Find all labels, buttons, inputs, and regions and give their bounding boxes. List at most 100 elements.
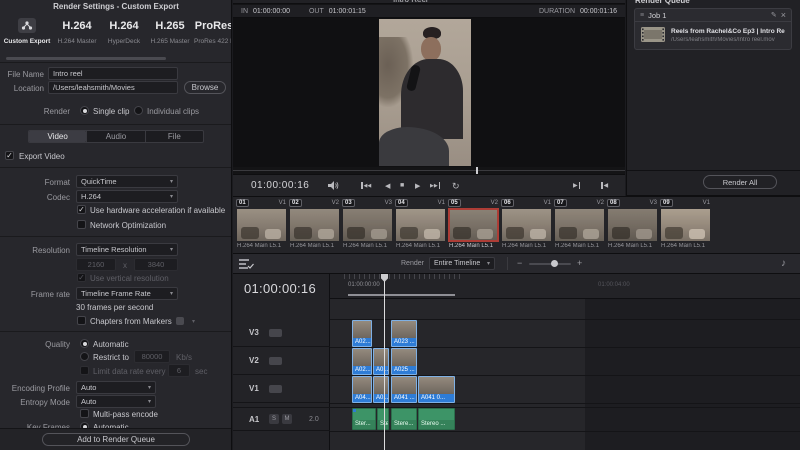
single-clip-radio[interactable] bbox=[80, 106, 89, 115]
network-opt-checkbox[interactable] bbox=[77, 220, 86, 229]
file-name-input[interactable]: Intro reel bbox=[48, 67, 178, 80]
goto-out-button[interactable]: ▶ bbox=[573, 182, 581, 189]
timeline-clip-video[interactable]: A025 ... bbox=[391, 348, 417, 375]
video-track-icon[interactable] bbox=[269, 385, 282, 393]
mute-button[interactable]: M bbox=[282, 414, 292, 424]
add-to-render-queue-button[interactable]: Add to Render Queue bbox=[42, 433, 190, 446]
speaker-icon[interactable] bbox=[328, 181, 339, 192]
clip-thumb-image[interactable] bbox=[448, 208, 499, 242]
hw-accel-checkbox[interactable]: ✓ bbox=[77, 205, 86, 214]
limit-input[interactable]: 6 bbox=[168, 364, 190, 377]
clip-thumb-image[interactable] bbox=[608, 209, 657, 241]
preset-h264-master[interactable]: H.264 H.264 Master bbox=[54, 14, 100, 58]
zoom-out-icon[interactable]: − bbox=[517, 258, 522, 268]
clip-thumbnail[interactable]: 06 V1 H.264 Main L5.1 bbox=[502, 199, 551, 249]
play-reverse-button[interactable]: ◀ bbox=[385, 182, 390, 190]
drag-handle-icon[interactable]: ≡ bbox=[640, 12, 644, 19]
codec-dropdown[interactable]: H.264 ▾ bbox=[76, 190, 178, 203]
clip-thumbnail[interactable]: 01 V1 H.264 Main L5.1 bbox=[237, 199, 286, 249]
timeline-clip-video[interactable]: A0... bbox=[373, 348, 389, 375]
render-all-button[interactable]: Render All bbox=[703, 175, 777, 189]
vertical-res-checkbox[interactable]: ✓ bbox=[77, 273, 86, 282]
tab-file[interactable]: File bbox=[146, 131, 203, 142]
timeline-playhead-line[interactable] bbox=[384, 281, 385, 450]
resolution-dropdown[interactable]: Timeline Resolution ▾ bbox=[76, 243, 178, 256]
clip-thumbnail-selected[interactable]: 05 V2 H.264 Main L5.1 bbox=[448, 199, 499, 249]
marker-color-icon[interactable] bbox=[176, 317, 184, 325]
clip-thumbnail[interactable]: 04 V1 H.264 Main L5.1 bbox=[396, 199, 445, 249]
encoding-profile-dropdown[interactable]: Auto ▾ bbox=[76, 381, 156, 394]
video-stage[interactable] bbox=[233, 18, 625, 167]
clip-thumbnail[interactable]: 08 V3 H.264 Main L5.1 bbox=[608, 199, 657, 249]
timeline-clip-video[interactable]: A0... bbox=[373, 376, 389, 403]
preset-scrollbar[interactable] bbox=[6, 57, 166, 60]
preset-prores[interactable]: ProRes ProRes 422 H bbox=[194, 14, 231, 58]
clip-thumb-image[interactable] bbox=[661, 209, 710, 241]
last-frame-button[interactable]: ▶▶ bbox=[430, 182, 441, 189]
video-track-icon[interactable] bbox=[269, 329, 282, 337]
zoom-in-icon[interactable]: + bbox=[577, 258, 582, 268]
loop-button[interactable]: ↻ bbox=[452, 181, 460, 192]
clip-thumbnail[interactable]: 02 V2 H.264 Main L5.1 bbox=[290, 199, 339, 249]
entropy-mode-dropdown[interactable]: Auto ▾ bbox=[76, 395, 156, 408]
frame-rate-dropdown[interactable]: Timeline Frame Rate ▾ bbox=[76, 287, 178, 300]
video-track-icon[interactable] bbox=[269, 357, 282, 365]
track-header-v3[interactable]: V3 bbox=[233, 319, 330, 347]
music-note-icon[interactable]: ♪ bbox=[781, 258, 786, 269]
clip-thumb-image[interactable] bbox=[555, 209, 604, 241]
timeline-clip-video[interactable]: A041 0... bbox=[418, 376, 455, 403]
close-job-icon[interactable]: × bbox=[781, 10, 786, 19]
first-frame-button[interactable]: ◀◀ bbox=[361, 182, 371, 189]
goto-in-button[interactable]: ◀ bbox=[601, 182, 608, 189]
timeline-ruler[interactable]: 01:00:00:00 01:00:04:00 bbox=[330, 274, 800, 299]
location-input[interactable]: /Users/leahsmith/Movies bbox=[48, 81, 178, 94]
render-range-dropdown[interactable]: Entire Timeline ▾ bbox=[429, 257, 495, 270]
multipass-checkbox[interactable] bbox=[80, 409, 89, 418]
viewer-scrub-bar[interactable] bbox=[233, 170, 625, 171]
quality-auto-radio[interactable] bbox=[80, 339, 89, 348]
timeline-clip-audio[interactable]: Stereo ... bbox=[418, 408, 455, 430]
restrict-radio[interactable] bbox=[80, 352, 89, 361]
play-button[interactable]: ▶ bbox=[415, 182, 420, 190]
track-header-v2[interactable]: V2 bbox=[233, 347, 330, 375]
resolution-width-input[interactable]: 2160 bbox=[76, 258, 116, 271]
timeline-clip-video[interactable]: A041 ... bbox=[391, 376, 417, 403]
preset-hyperdeck[interactable]: H.264 HyperDeck bbox=[102, 14, 146, 58]
clip-thumb-image[interactable] bbox=[237, 209, 286, 241]
clip-thumbnail[interactable]: 09 V1 H.264 Main L5.1 bbox=[661, 199, 710, 249]
track-header-a1[interactable]: A1 S M 2.0 bbox=[233, 407, 330, 431]
timeline-clip-audio[interactable]: Ste... bbox=[377, 408, 389, 430]
timeline-clip-video[interactable]: A02... bbox=[352, 320, 372, 347]
timeline-clip-video[interactable]: A02... bbox=[352, 348, 372, 375]
solo-button[interactable]: S bbox=[269, 414, 279, 424]
track-header-v1[interactable]: V1 bbox=[233, 375, 330, 403]
preset-custom-export[interactable]: Custom Export bbox=[2, 14, 52, 58]
zoom-slider-handle[interactable] bbox=[551, 260, 558, 267]
individual-clips-radio[interactable] bbox=[134, 106, 143, 115]
stop-button[interactable]: ■ bbox=[400, 182, 404, 189]
timeline-clip-audio[interactable]: Ster... bbox=[352, 408, 376, 430]
restrict-input[interactable]: 80000 bbox=[134, 350, 170, 363]
format-dropdown[interactable]: QuickTime ▾ bbox=[76, 175, 178, 188]
clip-thumb-image[interactable] bbox=[290, 209, 339, 241]
clip-thumb-image[interactable] bbox=[343, 209, 392, 241]
timeline-options-icon[interactable] bbox=[239, 258, 254, 272]
zoom-slider-track[interactable] bbox=[529, 263, 571, 265]
timeline-clip-video[interactable]: A023 ... bbox=[391, 320, 417, 347]
clip-thumbnail[interactable]: 07 V2 H.264 Main L5.1 bbox=[555, 199, 604, 249]
chapters-checkbox[interactable] bbox=[77, 316, 86, 325]
timeline-clip-video[interactable]: A04... bbox=[352, 376, 372, 403]
edit-job-icon[interactable]: ✎ bbox=[771, 11, 777, 19]
tab-audio[interactable]: Audio bbox=[86, 131, 146, 142]
tab-video[interactable]: Video bbox=[29, 131, 87, 142]
resolution-height-input[interactable]: 3840 bbox=[134, 258, 178, 271]
clip-thumb-image[interactable] bbox=[502, 209, 551, 241]
timeline-clip-audio[interactable]: Stere... bbox=[391, 408, 417, 430]
render-job-card[interactable]: ≡ Job 1 ✎ × Reels from Rachel&Co Ep3 | I… bbox=[634, 8, 792, 50]
browse-button[interactable]: Browse bbox=[184, 81, 226, 94]
export-video-checkbox[interactable]: ✓ bbox=[5, 151, 14, 160]
clip-thumbnail[interactable]: 03 V3 H.264 Main L5.1 bbox=[343, 199, 392, 249]
viewer-playhead[interactable] bbox=[476, 167, 478, 174]
preset-h265-master[interactable]: H.265 H.265 Master bbox=[148, 14, 192, 58]
limit-checkbox[interactable] bbox=[80, 366, 89, 375]
